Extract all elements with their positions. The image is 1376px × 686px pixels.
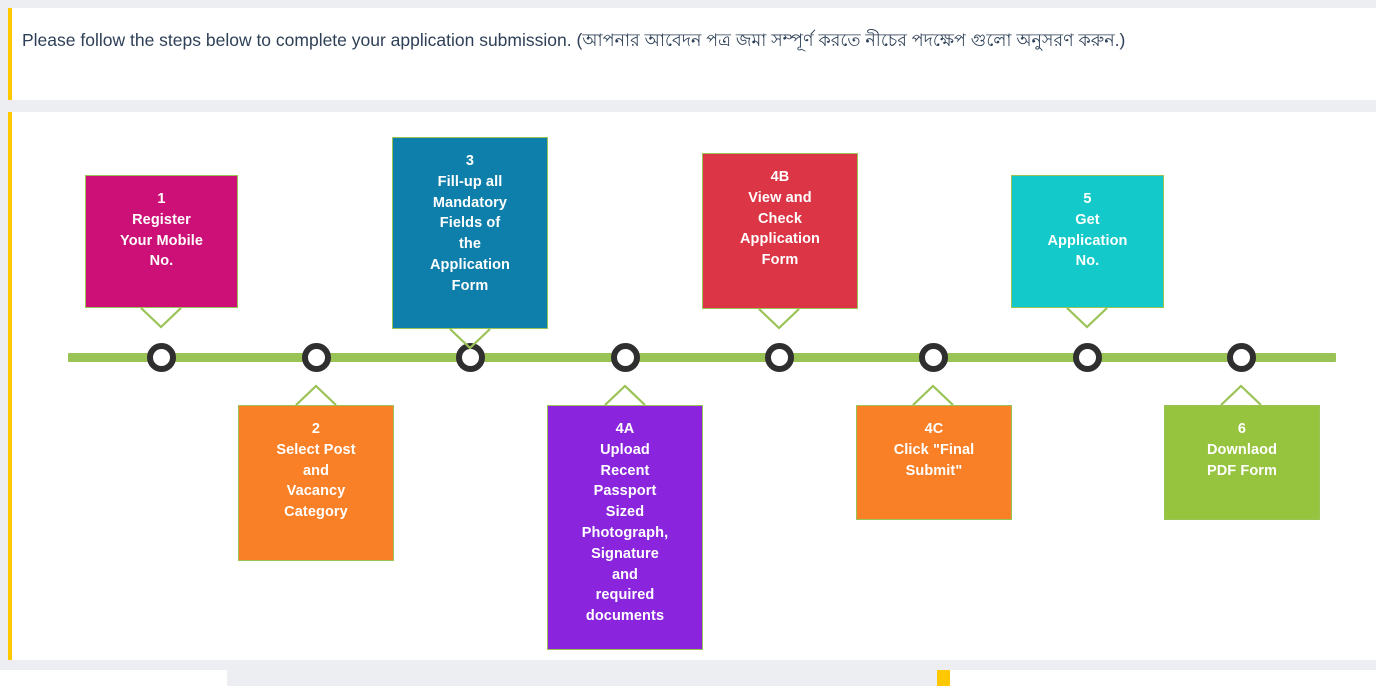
- timeline-node-6: [1226, 343, 1256, 372]
- step-box-5[interactable]: 5 Get Application No.: [1011, 175, 1164, 308]
- step-connector-4a: [603, 383, 647, 405]
- step-connector-5: [1065, 308, 1109, 330]
- step-box-4b[interactable]: 4B View and Check Application Form: [702, 153, 858, 309]
- header-accent-bar: [8, 8, 12, 100]
- footer-accent-chip: [937, 670, 950, 686]
- timeline-node-4c: [918, 343, 948, 372]
- timeline-track: [68, 353, 1336, 362]
- step-label-4b: 4B View and Check Application Form: [739, 169, 821, 269]
- timeline-node-4a: [610, 343, 640, 372]
- step-box-3[interactable]: 3 Fill-up all Mandatory Fields of the Ap…: [392, 137, 548, 329]
- step-connector-6: [1219, 383, 1263, 405]
- step-label-2: 2 Select Post and Vacancy Category: [276, 421, 356, 521]
- step-connector-2: [294, 383, 338, 405]
- step-box-6[interactable]: 6 Downlaod PDF Form: [1164, 405, 1320, 520]
- step-connector-3: [448, 329, 492, 351]
- timeline-node-1: [146, 343, 176, 372]
- page-gutter-middle: [0, 100, 1376, 112]
- step-connector-4c: [911, 383, 955, 405]
- step-label-5: 5 Get Application No.: [1047, 191, 1128, 270]
- step-box-2[interactable]: 2 Select Post and Vacancy Category: [238, 405, 394, 561]
- step-box-4a[interactable]: 4A Upload Recent Passport Sized Photogra…: [547, 405, 703, 650]
- step-box-4c[interactable]: 4C Click "Final Submit": [856, 405, 1012, 520]
- step-label-1: 1 Register Your Mobile No.: [120, 191, 203, 270]
- step-connector-4b: [757, 309, 801, 331]
- body-accent-bar: [8, 112, 12, 660]
- footer-strip-right: [950, 670, 1376, 686]
- instruction-panel: [8, 8, 1376, 100]
- step-label-3: 3 Fill-up all Mandatory Fields of the Ap…: [429, 153, 511, 294]
- footer-strip-left: [0, 670, 227, 686]
- timeline-node-4b: [764, 343, 794, 372]
- step-label-4c: 4C Click "Final Submit": [893, 421, 975, 479]
- step-label-6: 6 Downlaod PDF Form: [1206, 421, 1278, 479]
- step-label-4a: 4A Upload Recent Passport Sized Photogra…: [581, 421, 669, 625]
- page-gutter-top: [0, 0, 1376, 8]
- application-steps-page: Please follow the steps below to complet…: [0, 0, 1376, 686]
- instruction-text: Please follow the steps below to complet…: [22, 30, 1126, 50]
- step-connector-1: [139, 308, 183, 330]
- step-box-1[interactable]: 1 Register Your Mobile No.: [85, 175, 238, 308]
- timeline-node-5: [1072, 343, 1102, 372]
- timeline-node-2: [301, 343, 331, 372]
